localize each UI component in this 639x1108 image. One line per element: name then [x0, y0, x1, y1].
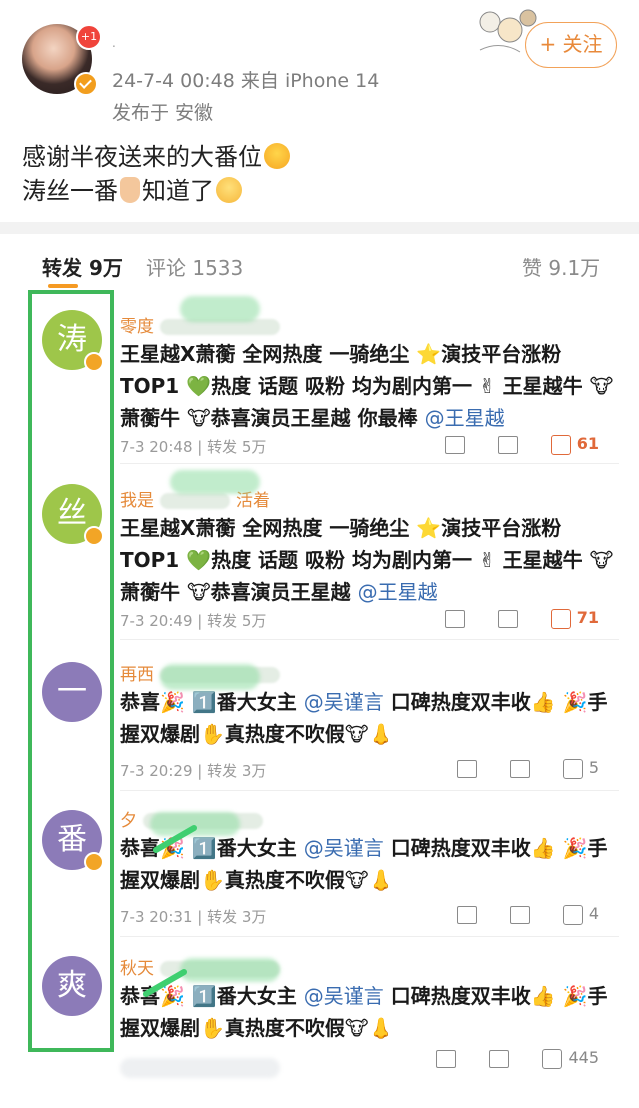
share-icon[interactable]	[444, 609, 465, 628]
comment-actions: 5	[429, 758, 599, 779]
comment-text: 恭喜🎉 1️⃣番大女主 @吴谨言 口碑热度双丰收👍 🎉手握双爆剧✋真热度不吹假🐮…	[120, 686, 620, 750]
blurred-footer	[120, 1058, 280, 1078]
comment-text: 王星越X萧蘅 全网热度 一骑绝尘 ⭐演技平台涨粉 TOP1 💚热度 话题 吸粉 …	[120, 512, 620, 608]
redaction-smear	[160, 664, 260, 690]
post-meta: 24-7-4 00:48 来自 iPhone 14	[112, 70, 380, 92]
commenter-name-text: 我是	[120, 491, 154, 511]
comment-actions: 71	[417, 608, 599, 629]
mention-link[interactable]: @王星越	[425, 406, 505, 430]
comment-time: 7-3 20:29 | 转发 3万	[120, 762, 267, 780]
laughing-emoji-icon	[264, 143, 290, 169]
section-divider	[0, 222, 639, 234]
smile-emoji-icon	[216, 177, 242, 203]
like-icon[interactable]	[562, 904, 583, 925]
comment-body: 恭喜🎉 1️⃣番大女主	[120, 690, 297, 714]
tab-repost[interactable]: 转发 9万	[42, 252, 123, 281]
commenter-name-text: 再西	[120, 665, 154, 685]
comment-text: 恭喜🎉 1️⃣番大女主 @吴谨言 口碑热度双丰收👍 🎉手握双爆剧✋真热度不吹假🐮…	[120, 832, 620, 896]
highlight-box	[28, 290, 114, 1052]
like-count: 71	[576, 608, 599, 627]
commenter-name-text: 夕	[120, 811, 137, 831]
blurred-name	[160, 493, 230, 509]
comment-body: 王星越X萧蘅 全网热度 一骑绝尘 ⭐演技平台涨粉 TOP1 💚热度 话题 吸粉 …	[120, 342, 614, 430]
like-icon[interactable]	[550, 434, 571, 455]
mention-link[interactable]: @吴谨言	[304, 984, 384, 1008]
post-line-2a: 涛丝一番	[22, 177, 118, 205]
comment-actions: 445	[408, 1048, 599, 1069]
comment-time: 7-3 20:48 | 转发 5万	[120, 438, 267, 456]
share-icon[interactable]	[456, 759, 477, 778]
tab-comments[interactable]: 评论 1533	[146, 252, 243, 281]
follow-button[interactable]: + 关注	[525, 22, 617, 68]
like-icon[interactable]	[542, 1048, 563, 1069]
active-tab-indicator	[48, 284, 78, 288]
comment-actions: 61	[417, 434, 599, 455]
comment-text: 恭喜🎉 1️⃣番大女主 @吴谨言 口碑热度双丰收👍 🎉手握双爆剧✋真热度不吹假🐮…	[120, 980, 620, 1044]
comment-icon[interactable]	[497, 609, 518, 628]
like-count: 61	[576, 434, 599, 453]
verified-icon	[74, 72, 98, 96]
commenter-name-tail: 活着	[236, 491, 270, 511]
comment-actions: 4	[429, 904, 599, 925]
interaction-tabs: 转发 9万 评论 1533 赞 9.1万	[0, 234, 639, 294]
comment-time: 7-3 20:49 | 转发 5万	[120, 612, 267, 630]
like-icon[interactable]	[550, 608, 571, 629]
like-count: 445	[568, 1048, 599, 1067]
comment-time: 7-3 20:31 | 转发 3万	[120, 908, 267, 926]
post-line-2b: 知道了	[142, 177, 214, 205]
comment-text: 王星越X萧蘅 全网热度 一骑绝尘 ⭐演技平台涨粉 TOP1 💚热度 话题 吸粉 …	[120, 338, 620, 434]
comment-icon[interactable]	[509, 759, 530, 778]
mention-link[interactable]: @王星越	[358, 580, 438, 604]
like-icon[interactable]	[562, 758, 583, 779]
redaction-smear	[170, 470, 260, 494]
wave-hand-emoji-icon	[120, 177, 140, 203]
comment-icon[interactable]	[509, 905, 530, 924]
author-name[interactable]: .	[112, 36, 116, 50]
share-icon[interactable]	[444, 435, 465, 454]
redaction-smear	[180, 958, 280, 982]
post-header: +1 . 24-7-4 00:48 来自 iPhone 14 发布于 安徽 + …	[0, 0, 639, 222]
comment-body: 恭喜🎉 1️⃣番大女主	[120, 836, 297, 860]
post-content: 感谢半夜送来的大番位 涛丝一番 知道了	[22, 140, 292, 208]
notification-badge: +1	[76, 24, 102, 50]
share-icon[interactable]	[436, 1049, 457, 1068]
commenter-name-text: 零度	[120, 317, 154, 337]
comment-icon[interactable]	[489, 1049, 510, 1068]
post-line-1: 感谢半夜送来的大番位	[22, 143, 262, 171]
post-location: 发布于 安徽	[112, 102, 214, 124]
commenter-name-text: 秋天	[120, 959, 154, 979]
redaction-smear	[180, 296, 260, 322]
like-count: 4	[588, 904, 599, 923]
like-count: 5	[588, 758, 599, 777]
tab-likes[interactable]: 赞 9.1万	[522, 252, 600, 281]
comment-icon[interactable]	[497, 435, 518, 454]
divider	[120, 936, 619, 937]
mention-link[interactable]: @吴谨言	[304, 690, 384, 714]
mention-link[interactable]: @吴谨言	[304, 836, 384, 860]
share-icon[interactable]	[456, 905, 477, 924]
